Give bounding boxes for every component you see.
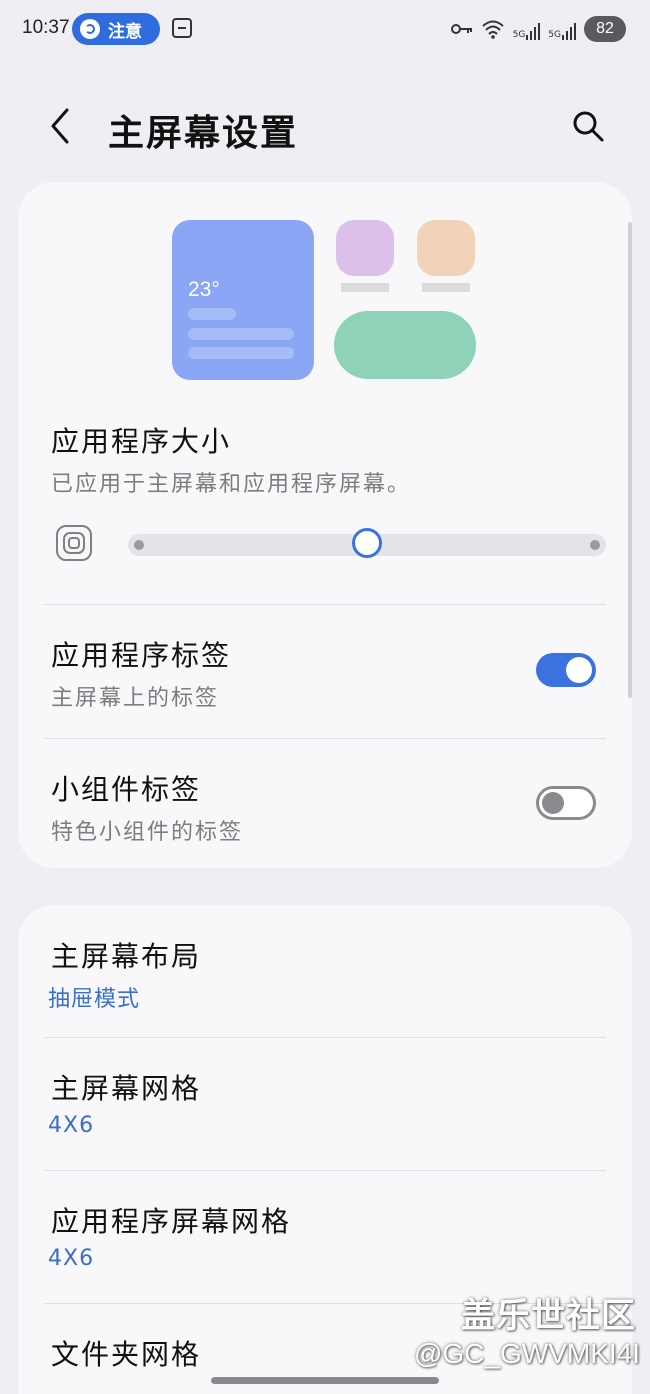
- weather-line: [188, 347, 294, 359]
- weather-line: [188, 308, 236, 320]
- weather-line: [188, 328, 294, 340]
- app-label-preview: [422, 283, 470, 292]
- apps-grid-title: 应用程序屏幕网格: [51, 1205, 292, 1238]
- divider: [44, 1037, 606, 1038]
- network-type-1: 5G: [512, 30, 526, 40]
- widget-labels-subtitle: 特色小组件的标签: [51, 820, 244, 845]
- home-indicator[interactable]: [211, 1377, 439, 1384]
- status-bar: 10:37 注意 5G 5G 82: [0, 0, 650, 58]
- battery-indicator: 82: [584, 16, 626, 42]
- signal-icon-2: 5G: [548, 18, 576, 40]
- weather-widget-preview: 23°: [172, 220, 314, 380]
- home-grid-title: 主屏幕网格: [51, 1072, 202, 1105]
- app-header: 主屏幕设置: [0, 90, 650, 162]
- widget-preview-green: [334, 311, 476, 379]
- app-icon-preview-peach: [417, 220, 475, 276]
- status-indicators: 5G 5G 82: [450, 14, 626, 44]
- screen-capture-icon: [172, 18, 192, 38]
- folder-grid-title: 文件夹网格: [51, 1338, 202, 1371]
- app-label-preview: [341, 283, 389, 292]
- slider-step-min: [134, 540, 144, 550]
- app-size-card: 23° 应用程序大小 已应用于主屏幕和应用程序屏幕。 应用程序标签 主屏幕上的标…: [18, 182, 632, 868]
- slider-thumb[interactable]: [352, 528, 382, 558]
- search-icon: [573, 111, 604, 142]
- divider: [44, 738, 606, 739]
- back-button[interactable]: [40, 106, 80, 146]
- search-button[interactable]: [568, 106, 608, 146]
- notice-icon: [80, 19, 100, 39]
- app-labels-subtitle: 主屏幕上的标签: [51, 686, 220, 711]
- watermark-site: 盖乐世社区: [461, 1296, 636, 1336]
- app-size-subtitle: 已应用于主屏幕和应用程序屏幕。: [51, 472, 412, 497]
- apps-grid-value: 4X6: [48, 1246, 95, 1271]
- divider: [44, 604, 606, 605]
- home-screen-preview: 23°: [18, 182, 632, 392]
- app-labels-title: 应用程序标签: [51, 639, 232, 672]
- weather-temp: 23°: [188, 278, 220, 301]
- slider-step-max: [590, 540, 600, 550]
- network-type-2: 5G: [548, 30, 561, 40]
- page-title: 主屏幕设置: [108, 113, 299, 154]
- wifi-icon: [481, 20, 504, 39]
- app-icon-preview-purple: [336, 220, 394, 276]
- signal-icon-1: 5G: [513, 18, 541, 40]
- chevron-left-icon: [51, 108, 69, 144]
- divider: [44, 1170, 606, 1171]
- home-layout-title: 主屏幕布局: [51, 940, 202, 973]
- home-grid-value: 4X6: [48, 1113, 95, 1138]
- home-layout-value: 抽屉模式: [48, 987, 141, 1012]
- widget-labels-toggle[interactable]: [536, 786, 596, 820]
- app-labels-toggle[interactable]: [536, 653, 596, 687]
- toggle-knob: [566, 657, 592, 683]
- toggle-knob: [542, 792, 564, 814]
- app-size-title: 应用程序大小: [51, 425, 232, 458]
- scrollbar[interactable]: [628, 222, 632, 698]
- key-icon: [450, 24, 472, 34]
- status-time: 10:37: [22, 17, 70, 38]
- app-size-slider[interactable]: [128, 528, 606, 558]
- notice-pill[interactable]: 注意: [72, 13, 160, 45]
- watermark-user: @GC_GWVMKI4I: [413, 1338, 640, 1369]
- notice-label: 注意: [108, 21, 142, 42]
- widget-labels-title: 小组件标签: [51, 773, 202, 806]
- icon-size-icon: [56, 525, 92, 561]
